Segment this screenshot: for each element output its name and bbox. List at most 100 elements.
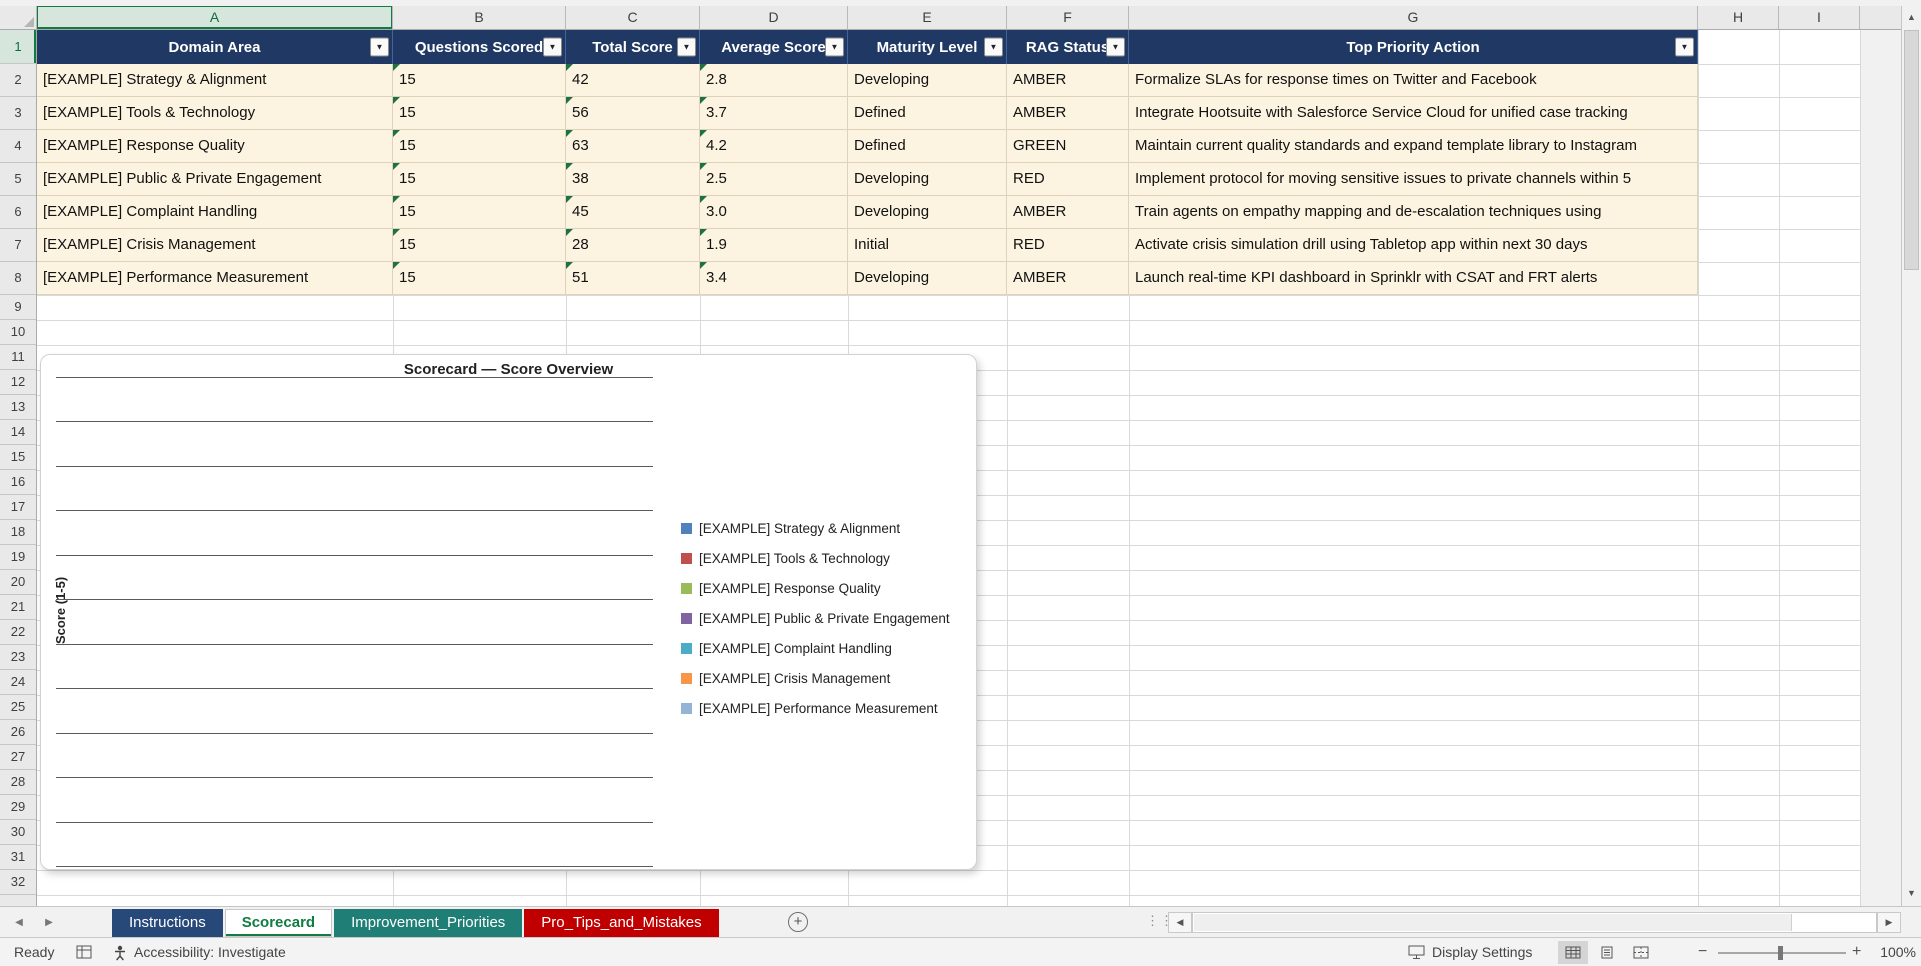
sheet-tab-instructions[interactable]: Instructions — [112, 909, 223, 937]
cell-A4[interactable]: [EXAMPLE] Response Quality — [37, 130, 393, 163]
accessibility-status[interactable]: Accessibility: Investigate — [134, 938, 286, 966]
cell-A8[interactable]: [EXAMPLE] Performance Measurement — [37, 262, 393, 295]
scroll-up-icon[interactable]: ▲ — [1902, 8, 1921, 26]
row-header-7[interactable]: 7 — [0, 229, 36, 262]
record-macro-icon[interactable] — [76, 945, 92, 962]
row-header-19[interactable]: 19 — [0, 545, 36, 570]
cell-E5[interactable]: Developing — [848, 163, 1007, 196]
row-header-14[interactable]: 14 — [0, 420, 36, 445]
header-cell-rag-status[interactable]: RAG Status ▼ — [1007, 30, 1129, 64]
row-header-16[interactable]: 16 — [0, 470, 36, 495]
sheet-tab-pro_tips_and_mistakes[interactable]: Pro_Tips_and_Mistakes — [524, 909, 719, 937]
row-header-2[interactable]: 2 — [0, 64, 36, 97]
column-header-E[interactable]: E — [848, 6, 1007, 29]
legend-item[interactable]: [EXAMPLE] Performance Measurement — [681, 701, 950, 716]
filter-dropdown-icon[interactable]: ▼ — [543, 37, 562, 57]
row-header-17[interactable]: 17 — [0, 495, 36, 520]
accessibility-icon[interactable] — [112, 944, 129, 964]
filter-dropdown-icon[interactable]: ▼ — [677, 37, 696, 57]
cell-F2[interactable]: AMBER — [1007, 64, 1129, 97]
legend-item[interactable]: [EXAMPLE] Tools & Technology — [681, 551, 950, 566]
header-cell-total-score[interactable]: Total Score ▼ — [566, 30, 700, 64]
row-header-21[interactable]: 21 — [0, 595, 36, 620]
cell-E2[interactable]: Developing — [848, 64, 1007, 97]
row-header-30[interactable]: 30 — [0, 820, 36, 845]
header-cell-top-priority-action[interactable]: Top Priority Action ▼ — [1129, 30, 1698, 64]
filter-dropdown-icon[interactable]: ▼ — [1675, 37, 1694, 57]
cell-E8[interactable]: Developing — [848, 262, 1007, 295]
filter-dropdown-icon[interactable]: ▼ — [984, 37, 1003, 57]
cell-E3[interactable]: Defined — [848, 97, 1007, 130]
row-header-8[interactable]: 8 — [0, 262, 36, 295]
cell-E7[interactable]: Initial — [848, 229, 1007, 262]
column-header-F[interactable]: F — [1007, 6, 1129, 29]
cell-E6[interactable]: Developing — [848, 196, 1007, 229]
cell-D5[interactable]: 2.5 — [700, 163, 848, 196]
cell-B2[interactable]: 15 — [393, 64, 566, 97]
cell-C4[interactable]: 63 — [566, 130, 700, 163]
row-header-6[interactable]: 6 — [0, 196, 36, 229]
zoom-level[interactable]: 100% — [1872, 938, 1916, 966]
header-cell-average-score[interactable]: Average Score ▼ — [700, 30, 848, 64]
cell-C5[interactable]: 38 — [566, 163, 700, 196]
cell-C7[interactable]: 28 — [566, 229, 700, 262]
cell-G5[interactable]: Implement protocol for moving sensitive … — [1129, 163, 1698, 196]
scroll-down-icon[interactable]: ▼ — [1902, 884, 1921, 902]
row-header-32[interactable]: 32 — [0, 870, 36, 895]
row-header-4[interactable]: 4 — [0, 130, 36, 163]
column-header-G[interactable]: G — [1129, 6, 1698, 29]
row-header-28[interactable]: 28 — [0, 770, 36, 795]
display-settings-button[interactable]: Display Settings — [1432, 938, 1532, 966]
filter-dropdown-icon[interactable]: ▼ — [1106, 37, 1125, 57]
cell-F5[interactable]: RED — [1007, 163, 1129, 196]
row-header-26[interactable]: 26 — [0, 720, 36, 745]
cell-G8[interactable]: Launch real-time KPI dashboard in Sprink… — [1129, 262, 1698, 295]
page-break-preview-button[interactable] — [1626, 941, 1656, 964]
header-cell-maturity-level[interactable]: Maturity Level ▼ — [848, 30, 1007, 64]
page-layout-view-button[interactable] — [1592, 941, 1622, 964]
column-header-I[interactable]: I — [1779, 6, 1860, 29]
zoom-out-button[interactable]: − — [1698, 938, 1707, 966]
cell-D2[interactable]: 2.8 — [700, 64, 848, 97]
row-header-25[interactable]: 25 — [0, 695, 36, 720]
legend-item[interactable]: [EXAMPLE] Strategy & Alignment — [681, 521, 950, 536]
cell-A6[interactable]: [EXAMPLE] Complaint Handling — [37, 196, 393, 229]
zoom-slider-thumb[interactable] — [1778, 946, 1783, 960]
row-header-5[interactable]: 5 — [0, 163, 36, 196]
cell-G7[interactable]: Activate crisis simulation drill using T… — [1129, 229, 1698, 262]
new-sheet-button[interactable]: + — [788, 912, 808, 932]
row-header-24[interactable]: 24 — [0, 670, 36, 695]
header-cell-domain-area[interactable]: Domain Area ▼ — [37, 30, 393, 64]
header-cell-questions-scored[interactable]: Questions Scored ▼ — [393, 30, 566, 64]
row-header-3[interactable]: 3 — [0, 97, 36, 130]
cell-C2[interactable]: 42 — [566, 64, 700, 97]
legend-item[interactable]: [EXAMPLE] Response Quality — [681, 581, 950, 596]
cell-G2[interactable]: Formalize SLAs for response times on Twi… — [1129, 64, 1698, 97]
cell-F4[interactable]: GREEN — [1007, 130, 1129, 163]
column-header-H[interactable]: H — [1698, 6, 1779, 29]
cell-B6[interactable]: 15 — [393, 196, 566, 229]
sheet-tab-improvement_priorities[interactable]: Improvement_Priorities — [334, 909, 523, 937]
select-all-corner[interactable] — [0, 6, 37, 29]
cell-C6[interactable]: 45 — [566, 196, 700, 229]
sheet-tab-scorecard[interactable]: Scorecard — [224, 909, 333, 937]
tab-scroll-right-icon[interactable]: ▶ — [36, 907, 62, 938]
legend-item[interactable]: [EXAMPLE] Complaint Handling — [681, 641, 950, 656]
cell-F3[interactable]: AMBER — [1007, 97, 1129, 130]
cell-E4[interactable]: Defined — [848, 130, 1007, 163]
filter-dropdown-icon[interactable]: ▼ — [825, 37, 844, 57]
column-header-B[interactable]: B — [393, 6, 566, 29]
chart-score-overview[interactable]: Scorecard — Score Overview Score (1-5) [… — [40, 354, 977, 870]
legend-item[interactable]: [EXAMPLE] Crisis Management — [681, 671, 950, 686]
cell-G6[interactable]: Train agents on empathy mapping and de-e… — [1129, 196, 1698, 229]
cell-C8[interactable]: 51 — [566, 262, 700, 295]
row-header-18[interactable]: 18 — [0, 520, 36, 545]
row-header-23[interactable]: 23 — [0, 645, 36, 670]
row-header-13[interactable]: 13 — [0, 395, 36, 420]
cell-D3[interactable]: 3.7 — [700, 97, 848, 130]
cell-B8[interactable]: 15 — [393, 262, 566, 295]
column-header-D[interactable]: D — [700, 6, 848, 29]
cell-B5[interactable]: 15 — [393, 163, 566, 196]
row-header-15[interactable]: 15 — [0, 445, 36, 470]
row-header-9[interactable]: 9 — [0, 295, 36, 320]
